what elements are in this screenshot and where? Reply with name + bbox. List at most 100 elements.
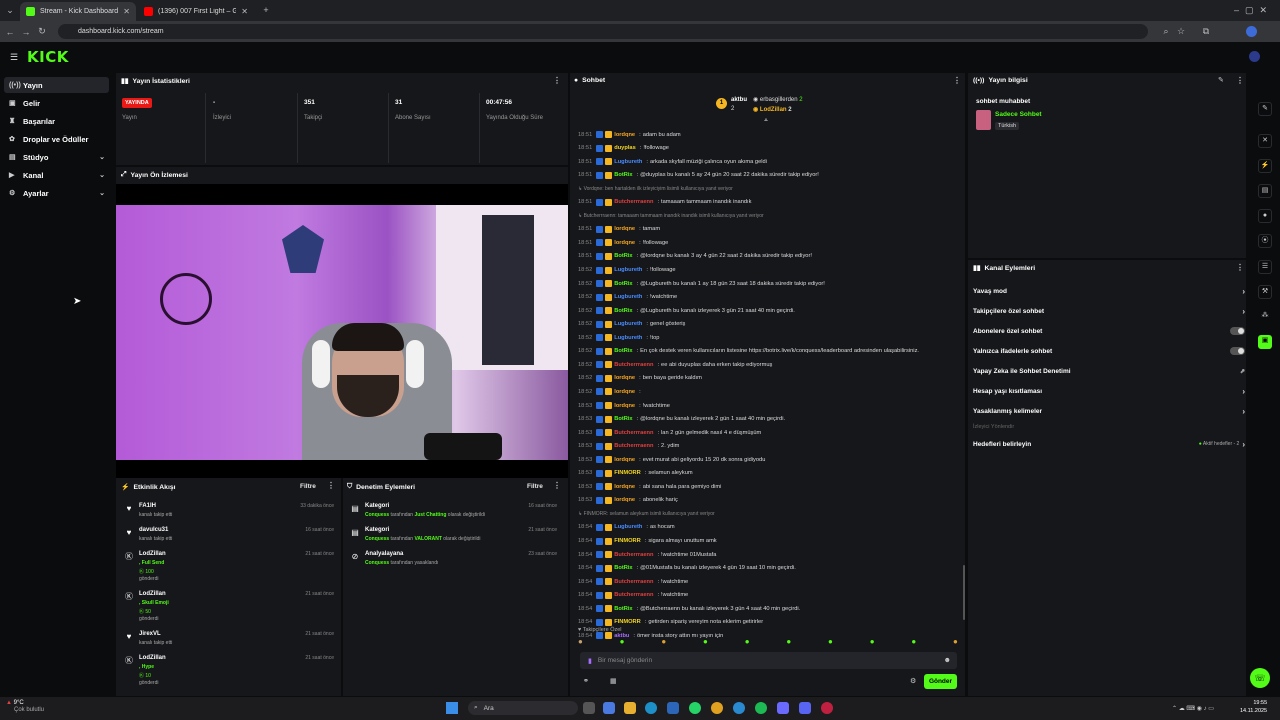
obs-icon[interactable] bbox=[821, 702, 833, 714]
more-options-icon[interactable]: ⋮ bbox=[553, 76, 561, 85]
chat-username[interactable]: BotRix bbox=[614, 172, 632, 178]
action-account-age[interactable]: Hesap yaşı kısıtlaması › bbox=[973, 384, 1245, 398]
chat-scrollbar[interactable] bbox=[963, 565, 965, 620]
sidebar-item-drops[interactable]: ✿ Droplar ve Ödüller bbox=[4, 131, 109, 147]
close-tab-icon[interactable]: ✕ bbox=[123, 7, 130, 16]
chat-username[interactable]: Butcherrraenn bbox=[614, 430, 653, 436]
more-options-icon[interactable]: ⋮ bbox=[553, 481, 561, 490]
rail-green-widget-icon[interactable]: ▣ bbox=[1258, 335, 1272, 349]
menu-hamburger-icon[interactable]: ☰ bbox=[10, 52, 18, 63]
weather-widget[interactable]: ▲ 9°C Çok bulutlu bbox=[6, 700, 44, 714]
top-gifter-2[interactable]: ◉ erbasgillerden 2 bbox=[753, 96, 803, 103]
url-input[interactable]: dashboard.kick.com/stream bbox=[58, 24, 1148, 39]
extensions-icon[interactable]: ⧉ bbox=[1198, 26, 1214, 37]
sidebar-item-achievements[interactable]: ♜ Başarılar bbox=[4, 113, 109, 129]
rail-list-icon[interactable]: ☰ bbox=[1258, 260, 1272, 274]
new-tab-icon[interactable]: + bbox=[258, 5, 274, 15]
emote-icon[interactable]: ● bbox=[953, 637, 958, 649]
chat-username[interactable]: Lugbureth bbox=[614, 321, 642, 327]
forward-icon[interactable]: → bbox=[18, 27, 34, 37]
subscribers-only-toggle[interactable] bbox=[1230, 327, 1245, 335]
store-icon[interactable] bbox=[667, 702, 679, 714]
user-avatar[interactable] bbox=[1249, 51, 1260, 62]
action-followers-only[interactable]: Takipçilere özel sohbet › bbox=[973, 304, 1245, 318]
chat-username[interactable]: BotRix bbox=[614, 416, 632, 422]
chat-username[interactable]: FINMORR bbox=[614, 470, 641, 476]
kick-logo[interactable]: KICK bbox=[27, 48, 69, 66]
close-tab-icon[interactable]: ✕ bbox=[241, 7, 248, 16]
emote-icon[interactable]: ● bbox=[578, 637, 583, 649]
tab-list-icon[interactable]: ⌄ bbox=[2, 5, 18, 16]
app-icon[interactable] bbox=[777, 702, 789, 714]
chat-calendar-icon[interactable]: ▦ bbox=[610, 677, 617, 685]
sidebar-item-settings[interactable]: ⚙ Ayarlar ⌄ bbox=[4, 185, 109, 201]
feed-username[interactable]: JirexVL bbox=[139, 631, 161, 637]
feed-username[interactable]: LodZillan bbox=[139, 551, 166, 557]
chat-username[interactable]: lordqne bbox=[614, 484, 635, 490]
whatsapp-icon[interactable] bbox=[689, 702, 701, 714]
stream-preview-video[interactable] bbox=[116, 205, 568, 460]
chat-username[interactable]: BotRix bbox=[614, 308, 632, 314]
chat-username[interactable]: Butcherrraenn bbox=[614, 579, 653, 585]
mod-actor[interactable]: Conquess bbox=[365, 536, 389, 542]
top-gifter-name[interactable]: aktbu bbox=[731, 97, 747, 103]
chat-username[interactable]: Lugbureth bbox=[614, 294, 642, 300]
tab-youtube[interactable]: (1396) 007 First Light – Gamepl ✕ bbox=[138, 2, 254, 21]
chat-username[interactable]: lordqne bbox=[614, 389, 635, 395]
chat-message-input[interactable]: ▮ Bir mesaj gönderin ☻ bbox=[580, 652, 957, 669]
chat-username[interactable]: Butcherrraenn bbox=[614, 199, 653, 205]
chat-username[interactable]: Lugbureth bbox=[614, 335, 642, 341]
window-controls[interactable]: –▢✕ bbox=[1223, 5, 1273, 16]
action-banned-words[interactable]: Yasaklanmış kelimeler › bbox=[973, 404, 1245, 418]
edge-icon[interactable] bbox=[645, 702, 657, 714]
chat-username[interactable]: Butcherrraenn bbox=[614, 443, 653, 449]
browser-icon[interactable] bbox=[733, 702, 745, 714]
zoom-icon[interactable]: ⌕ bbox=[1158, 26, 1174, 37]
chat-username[interactable]: Lugbureth bbox=[614, 524, 642, 530]
emote-icon[interactable]: ● bbox=[745, 637, 750, 649]
edit-pencil-icon[interactable]: ✎ bbox=[1218, 76, 1224, 84]
support-chat-icon[interactable]: ☏ bbox=[1250, 668, 1270, 688]
action-ai-moderation[interactable]: Yapay Zeka ile Sohbet Denetimi ⇗ bbox=[973, 364, 1245, 378]
rail-chat-icon[interactable]: ● bbox=[1258, 209, 1272, 223]
chat-username[interactable]: BotRix bbox=[614, 281, 632, 287]
mod-actor[interactable]: Conquess bbox=[365, 560, 389, 566]
chat-username[interactable]: FINMORR bbox=[614, 538, 641, 544]
chat-username[interactable]: Butcherrraenn bbox=[614, 362, 653, 368]
copilot-icon[interactable] bbox=[603, 702, 615, 714]
chat-username[interactable]: lordqne bbox=[614, 457, 635, 463]
chat-username[interactable]: FINMORR bbox=[614, 619, 641, 625]
sidebar-item-channel[interactable]: ▶ Kanal ⌄ bbox=[4, 167, 109, 183]
action-slow-mode[interactable]: Yavaş mod › bbox=[973, 284, 1245, 298]
windows-start-icon[interactable] bbox=[446, 702, 458, 714]
chat-username[interactable]: BotRix bbox=[614, 348, 632, 354]
feed-username[interactable]: LodZillan bbox=[139, 591, 166, 597]
tab-kick-dashboard[interactable]: Stream - Kick Dashboard ✕ bbox=[20, 2, 136, 21]
feed-username[interactable]: LodZillan bbox=[139, 655, 166, 661]
profile-avatar[interactable] bbox=[1246, 26, 1257, 37]
emote-icon[interactable]: ● bbox=[828, 637, 833, 649]
rail-document-icon[interactable]: ▤ bbox=[1258, 184, 1272, 198]
chat-username[interactable]: Butcherrraenn bbox=[614, 552, 653, 558]
feed-username[interactable]: FA1IH bbox=[139, 503, 156, 509]
stream-category[interactable]: Sadece Sohbet bbox=[995, 111, 1042, 118]
chat-username[interactable]: lordqne bbox=[614, 497, 635, 503]
emote-icon[interactable]: ● bbox=[620, 637, 625, 649]
chat-username[interactable]: lordqne bbox=[614, 375, 635, 381]
more-options-icon[interactable]: ⋮ bbox=[327, 481, 335, 490]
discord-icon[interactable] bbox=[799, 702, 811, 714]
rail-bolt-icon[interactable]: ⚡ bbox=[1258, 159, 1272, 173]
emote-icon[interactable]: ● bbox=[703, 637, 708, 649]
taskbar-search-input[interactable]: ⌕ Ara bbox=[468, 701, 578, 715]
emote-icon[interactable]: ● bbox=[911, 637, 916, 649]
sidebar-item-revenue[interactable]: ▣ Gelir bbox=[4, 95, 109, 111]
chat-username[interactable]: Butcherrraenn bbox=[614, 592, 653, 598]
sidebar-item-studio[interactable]: ▤ Stüdyo ⌄ bbox=[4, 149, 109, 165]
chat-username[interactable]: Lugbureth bbox=[614, 267, 642, 273]
rail-wrench-icon[interactable]: ⚒ bbox=[1258, 285, 1272, 299]
back-icon[interactable]: ← bbox=[2, 27, 18, 37]
chat-identity-icon[interactable]: ▮ bbox=[588, 657, 592, 665]
send-message-button[interactable]: Gönder bbox=[924, 674, 957, 689]
more-options-icon[interactable]: ⋮ bbox=[1236, 263, 1244, 272]
rail-edit-icon[interactable]: ✎ bbox=[1258, 102, 1272, 116]
